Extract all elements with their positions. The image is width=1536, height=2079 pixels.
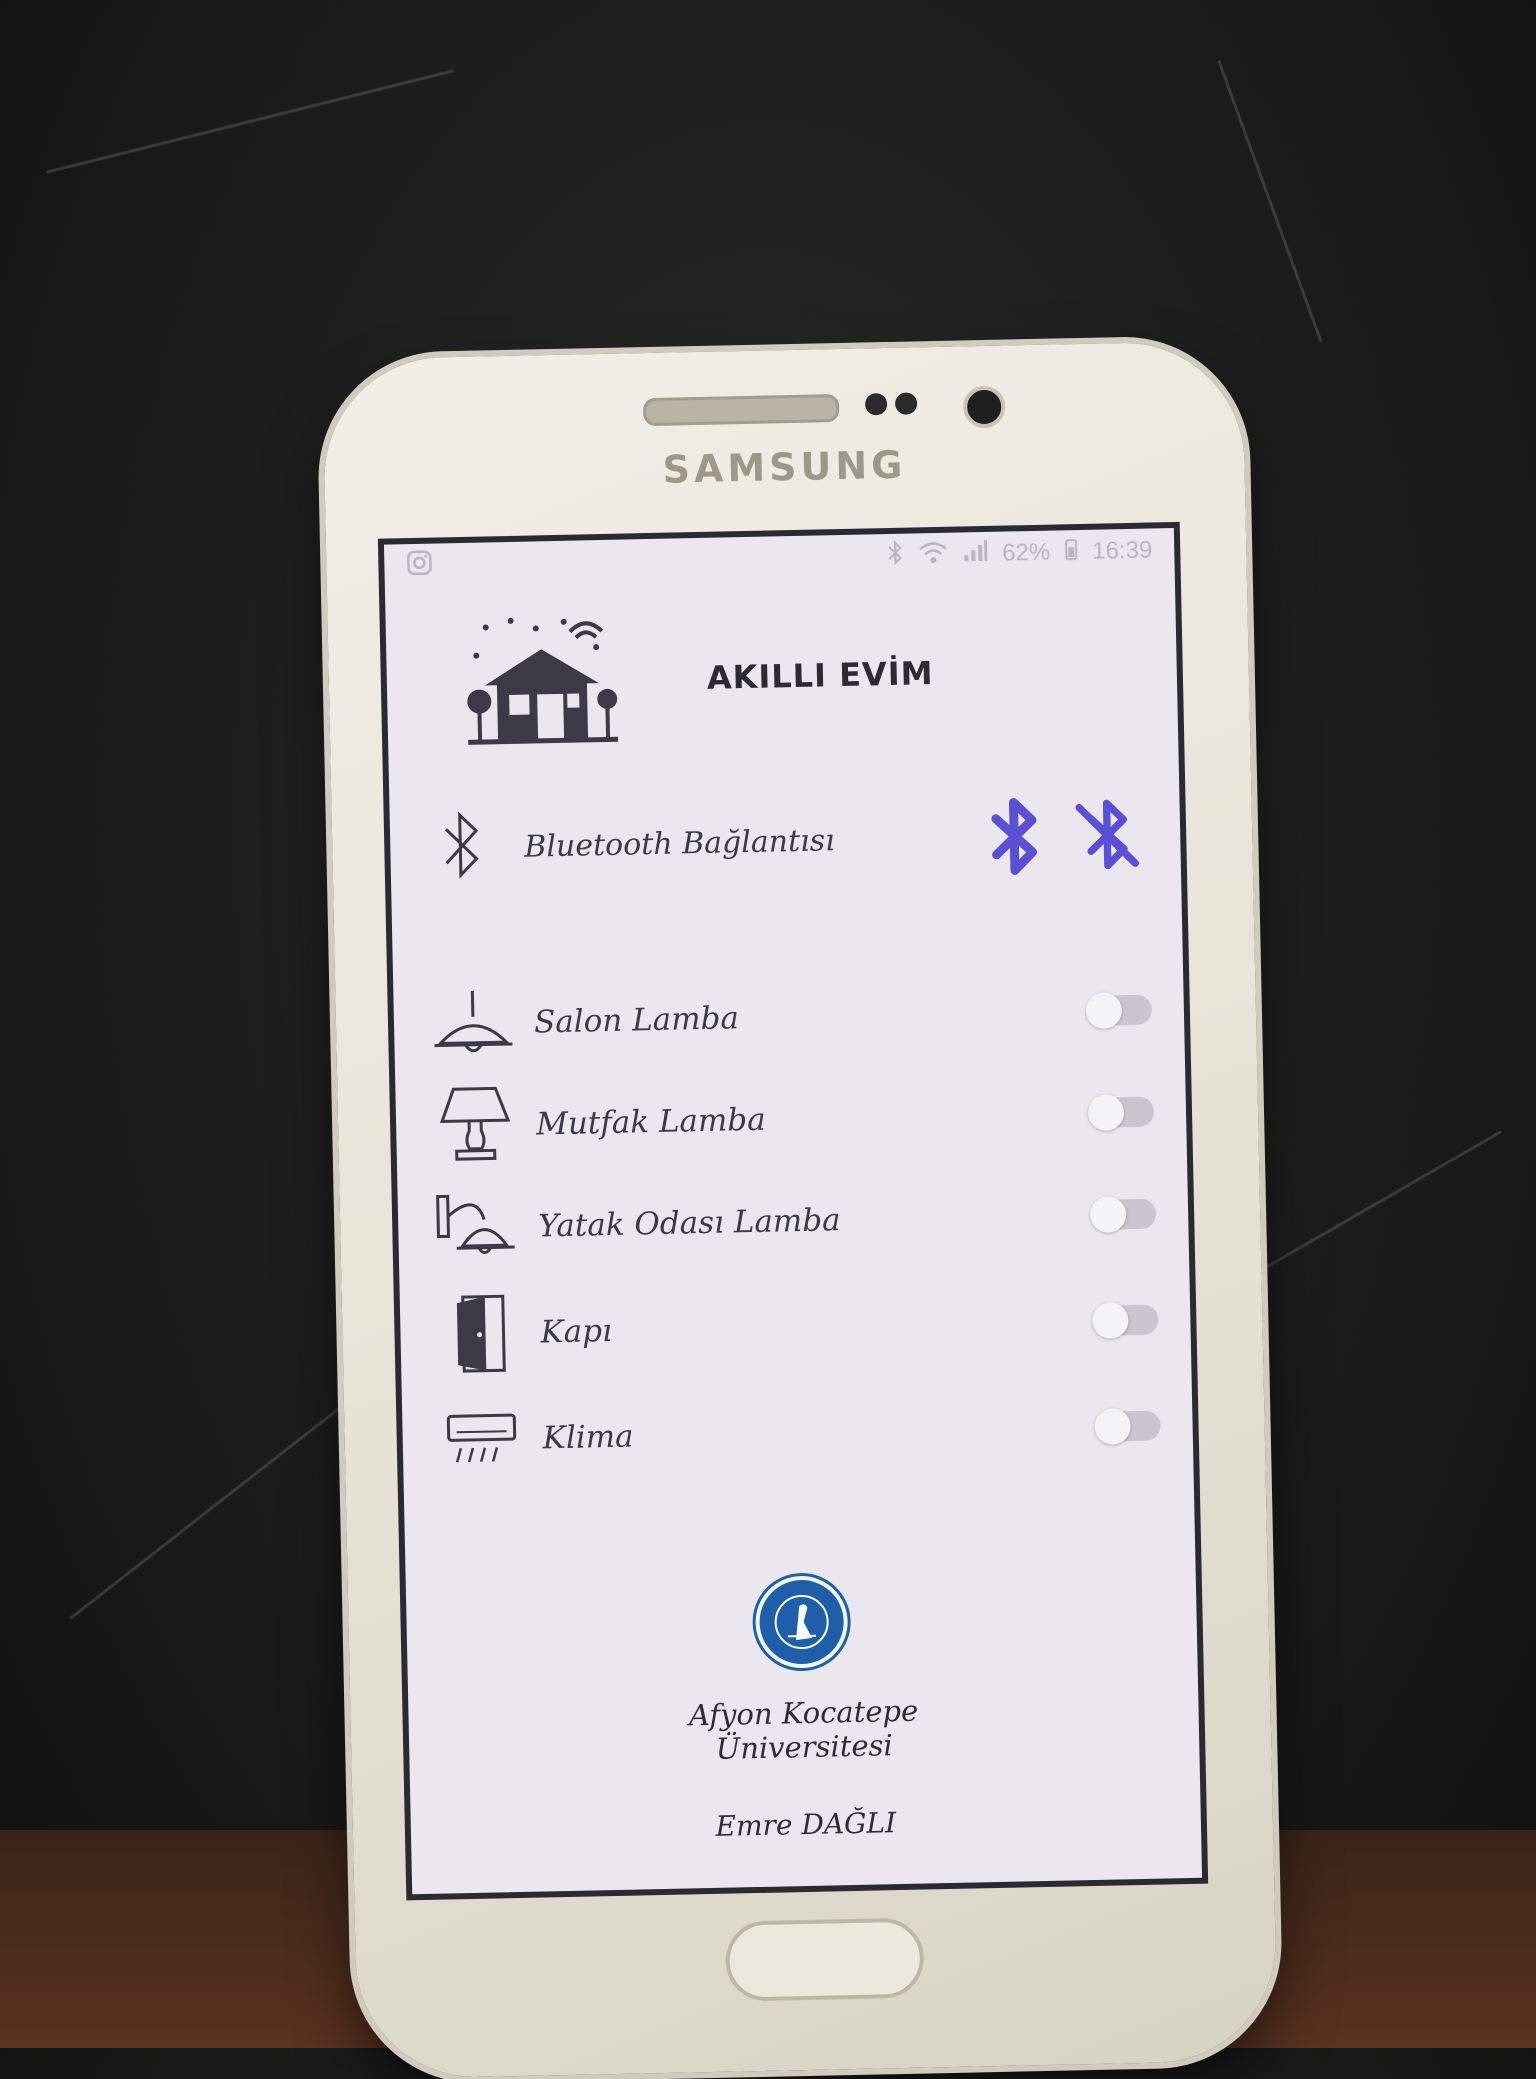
marble-vein [1217, 60, 1323, 343]
app-header: AKILLI EVİM [465, 599, 1108, 752]
ceiling-lamp-icon [431, 982, 515, 1066]
university-logo-icon [754, 1575, 849, 1670]
signal-icon [962, 538, 989, 570]
device-row-kapi: Kapı [437, 1265, 1159, 1390]
bluetooth-actions [981, 794, 1141, 877]
toggle-thumb [1087, 1094, 1125, 1131]
device-row-yatak-odasi-lamba: Yatak Odası Lamba [435, 1163, 1157, 1280]
marble-vein [45, 69, 455, 174]
bluetooth-connection-row: Bluetooth Bağlantısı [439, 789, 1141, 894]
instagram-icon [406, 549, 433, 583]
phone: SAMSUNG 62% 16:39 AKILLI EVİM Bluetooth … [322, 340, 1278, 2079]
device-row-salon-lamba: Salon Lamba [431, 959, 1153, 1076]
toggle-thumb [1085, 992, 1123, 1029]
author-name: Emre DAĞLI [715, 1806, 897, 1843]
device-label: Mutfak Lamba [535, 1101, 767, 1143]
toggle-thumb [1089, 1196, 1127, 1233]
clock: 16:39 [1091, 536, 1153, 565]
device-label: Yatak Odası Lamba [537, 1202, 841, 1245]
toggle-thumb [1094, 1408, 1131, 1445]
device-row-mutfak-lamba: Mutfak Lamba [433, 1061, 1155, 1178]
battery-icon [1064, 537, 1079, 568]
bluetooth-disconnect-button[interactable] [1073, 794, 1141, 875]
bluetooth-connect-button[interactable] [981, 796, 1049, 877]
light-sensor [894, 392, 918, 415]
speaker-grille [642, 394, 840, 427]
app-footer: Afyon Kocatepe Üniversitesi Emre DAĞLI [406, 1568, 1201, 1849]
mutfak-lamba-toggle[interactable] [1087, 1094, 1155, 1131]
salon-lamba-toggle[interactable] [1085, 992, 1153, 1029]
screen: 62% 16:39 AKILLI EVİM Bluetooth Bağlantı… [377, 521, 1209, 1901]
device-label: Salon Lamba [533, 1000, 740, 1041]
device-list: Salon Lamba Mutfak Lamba Yatak Odası Lam… [431, 959, 1162, 1492]
device-label: Kapı [540, 1312, 613, 1351]
bluetooth-outline-icon [439, 806, 485, 890]
status-indicators: 62% 16:39 [886, 534, 1153, 573]
university-name: Afyon Kocatepe Üniversitesi [408, 1688, 1199, 1773]
air-conditioner-icon [440, 1398, 524, 1482]
battery-percent: 62% [1001, 538, 1051, 567]
table-lamp-icon [433, 1084, 517, 1168]
bluetooth-connection-label: Bluetooth Bağlantısı [523, 822, 836, 865]
door-icon [438, 1292, 522, 1376]
wifi-icon [918, 539, 949, 571]
toggle-thumb [1092, 1302, 1129, 1339]
front-camera [962, 385, 1006, 429]
device-brand: SAMSUNG [662, 442, 907, 492]
proximity-sensor [864, 393, 888, 416]
marble-vein [69, 1383, 371, 1620]
home-button[interactable] [724, 1917, 925, 2002]
marble-vein [1258, 1130, 1502, 1273]
kapi-toggle[interactable] [1092, 1302, 1159, 1339]
status-bar: 62% 16:39 [384, 528, 1175, 589]
wall-lamp-icon [435, 1186, 519, 1270]
app-title: AKILLI EVİM [706, 654, 934, 697]
klima-toggle[interactable] [1094, 1408, 1161, 1445]
device-row-klima: Klima [440, 1375, 1162, 1492]
yatak-odasi-lamba-toggle[interactable] [1089, 1196, 1157, 1233]
smart-home-logo-icon [465, 612, 619, 750]
bluetooth-status-icon [886, 539, 905, 572]
device-label: Klima [542, 1418, 634, 1457]
